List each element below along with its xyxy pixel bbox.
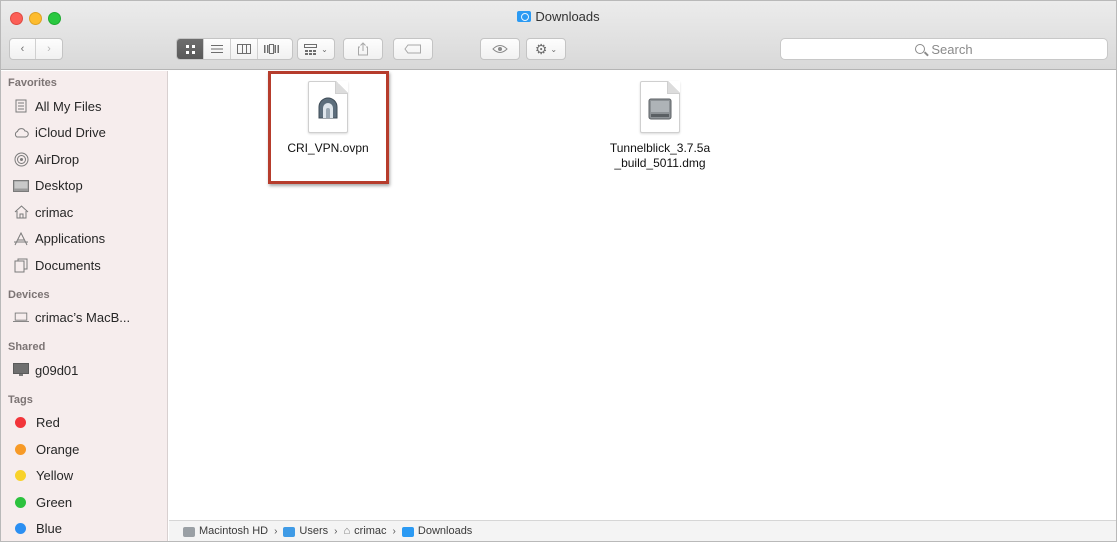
sidebar-item-label: All My Files	[35, 98, 102, 114]
sidebar-item-g09d01[interactable]: g09d01	[1, 357, 167, 384]
sidebar-item-label: iCloud Drive	[35, 125, 106, 141]
yellow-tag-icon	[15, 470, 26, 482]
title-toolbar: Downloads ‹ › ⌄ ⚙ ⌄ Search	[1, 1, 1116, 70]
quick-look-button[interactable]	[480, 38, 520, 60]
view-mode-control	[176, 38, 293, 60]
chevron-down-icon: ⌄	[321, 44, 328, 54]
sidebar-item-applications[interactable]: Applications	[1, 226, 167, 253]
sidebar: Favorites All My Files iCloud Drive AirD…	[1, 71, 168, 542]
sidebar-item-all-my-files[interactable]: All My Files	[1, 93, 167, 120]
window-title: Downloads	[1, 9, 1116, 24]
highlight-box	[268, 71, 389, 184]
downloads-folder-icon	[517, 11, 532, 22]
sidebar-item-tag-blue[interactable]: Blue	[1, 516, 167, 542]
laptop-icon	[13, 311, 29, 325]
sidebar-item-tag-orange[interactable]: Orange	[1, 436, 167, 463]
shared-heading: Shared	[8, 341, 46, 353]
sidebar-item-label: Desktop	[35, 178, 83, 194]
column-view-button[interactable]	[231, 39, 258, 59]
folder-icon	[283, 527, 296, 537]
sidebar-item-label: Documents	[35, 257, 101, 273]
icon-view-button[interactable]	[177, 39, 204, 59]
search-icon	[915, 44, 926, 54]
arrange-grid-icon	[304, 43, 318, 55]
tags-heading: Tags	[8, 393, 33, 406]
tag-icon	[404, 44, 421, 54]
devices-heading: Devices	[8, 288, 50, 301]
sidebar-item-crimac[interactable]: crimac	[1, 199, 167, 226]
sidebar-item-icloud-drive[interactable]: iCloud Drive	[1, 120, 167, 147]
documents-icon	[13, 258, 29, 273]
downloads-folder-icon	[401, 527, 414, 537]
file-name-line-1: Tunnelblick_3.7.5a	[609, 141, 711, 155]
sidebar-item-label: Blue	[36, 521, 63, 537]
arrange-button[interactable]: ⌄	[297, 38, 335, 60]
share-icon	[358, 42, 368, 56]
tag-button[interactable]	[393, 38, 433, 60]
green-tag-icon	[15, 496, 26, 508]
forward-button[interactable]: ›	[36, 39, 62, 59]
orange-tag-icon	[15, 443, 26, 455]
path-item-downloads[interactable]: Downloads	[418, 525, 472, 537]
sidebar-item-label: crimac	[35, 204, 74, 220]
sidebar-item-documents[interactable]: Documents	[1, 252, 167, 279]
path-separator: ›	[334, 525, 338, 537]
sidebar-item-macbook[interactable]: crimac’s MacB...	[1, 305, 167, 332]
file-name-line-2: _build_5011.dmg	[614, 156, 706, 170]
airdrop-icon	[13, 152, 29, 167]
applications-icon	[13, 231, 29, 246]
chevron-left-icon: ‹	[20, 43, 25, 55]
red-tag-icon	[15, 417, 26, 429]
path-bar: Macintosh HD › Users › ⌂ crimac › Downlo…	[169, 520, 1116, 541]
cover-flow-icon	[264, 44, 279, 54]
sidebar-item-tag-yellow[interactable]: Yellow	[1, 463, 167, 490]
sidebar-item-tag-red[interactable]: Red	[1, 410, 167, 437]
sidebar-item-label: g09d01	[35, 362, 79, 378]
finder-window: Downloads ‹ › ⌄ ⚙ ⌄ Search Favorites All…	[0, 0, 1117, 542]
sidebar-item-label: AirDrop	[35, 151, 80, 167]
sidebar-item-label: Red	[36, 415, 60, 431]
sidebar-item-label: Green	[36, 494, 73, 510]
action-button[interactable]: ⚙ ⌄	[526, 38, 566, 60]
path-separator: ›	[392, 525, 396, 537]
search-placeholder: Search	[931, 41, 973, 57]
nav-buttons: ‹ ›	[9, 38, 63, 60]
blue-tag-icon	[15, 523, 26, 535]
cover-flow-button[interactable]	[258, 39, 285, 59]
sidebar-item-label: Yellow	[36, 468, 74, 484]
chevron-right-icon: ›	[47, 43, 51, 55]
chevron-down-icon: ⌄	[550, 44, 558, 54]
eye-icon	[492, 45, 508, 53]
cloud-icon	[13, 126, 29, 140]
search-field[interactable]: Search	[780, 38, 1108, 60]
disk-image-icon	[640, 81, 680, 133]
path-item-crimac[interactable]: crimac	[354, 525, 386, 537]
window-title-text: Downloads	[535, 9, 600, 24]
back-button[interactable]: ‹	[10, 39, 37, 59]
column-view-icon	[237, 44, 251, 54]
home-icon	[13, 205, 29, 219]
monitor-icon	[13, 363, 29, 377]
share-button[interactable]	[343, 38, 383, 60]
desktop-icon	[13, 179, 29, 193]
path-item-users[interactable]: Users	[299, 525, 328, 537]
list-view-icon	[211, 45, 223, 53]
icon-view-icon	[185, 44, 195, 54]
sidebar-item-label: Orange	[36, 441, 80, 457]
favorites-heading: Favorites	[8, 77, 57, 89]
hard-drive-icon	[183, 527, 195, 537]
home-icon: ⌂	[343, 525, 351, 537]
list-view-button[interactable]	[204, 39, 231, 59]
sidebar-item-tag-green[interactable]: Green	[1, 489, 167, 516]
sidebar-item-desktop[interactable]: Desktop	[1, 173, 167, 200]
sidebar-item-label: crimac’s MacB...	[35, 310, 131, 326]
file-item-tunnelblick-dmg[interactable]: Tunnelblick_3.7.5a _build_5011.dmg	[600, 81, 720, 171]
path-item-macintosh-hd[interactable]: Macintosh HD	[199, 525, 268, 537]
sidebar-item-airdrop[interactable]: AirDrop	[1, 146, 167, 173]
path-separator: ›	[274, 525, 278, 537]
gear-icon: ⚙	[534, 40, 548, 57]
sidebar-item-label: Applications	[35, 231, 106, 247]
all-files-icon	[13, 99, 29, 113]
